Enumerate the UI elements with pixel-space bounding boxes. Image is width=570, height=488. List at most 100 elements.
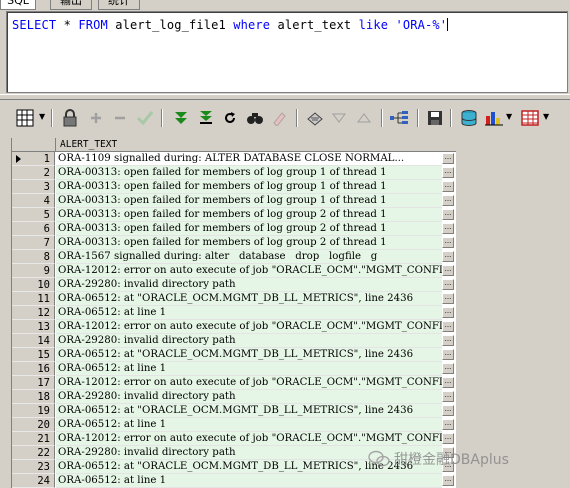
- row-header[interactable]: 18: [12, 390, 55, 404]
- lock-icon[interactable]: [59, 107, 81, 129]
- result-grid[interactable]: ALERT_TEXT 1 ORA-1109 signalled during: A…: [11, 138, 456, 488]
- row-header[interactable]: 1: [12, 152, 55, 166]
- alert-text-cell[interactable]: ORA-12012: error on auto execute of job …: [56, 264, 442, 278]
- cell-edit-button[interactable]: ...: [442, 265, 454, 276]
- cell-edit-button[interactable]: ...: [442, 293, 454, 304]
- refresh-icon[interactable]: [219, 107, 241, 129]
- alert-text-cell[interactable]: ORA-06512: at line 1: [56, 474, 442, 488]
- row-header[interactable]: 5: [12, 208, 55, 222]
- alert-text-cell[interactable]: ORA-12012: error on auto execute of job …: [56, 432, 442, 446]
- table-row[interactable]: 2 ORA-00313: open failed for members of l…: [12, 166, 456, 180]
- clear-icon[interactable]: [268, 107, 290, 129]
- row-header[interactable]: 13: [12, 320, 55, 334]
- table-row[interactable]: 20 ORA-06512: at line 1...: [12, 418, 456, 432]
- row-header[interactable]: 2: [12, 166, 55, 180]
- row-header[interactable]: 17: [12, 376, 55, 390]
- table-row[interactable]: 11 ORA-06512: at "ORACLE_OCM.MGMT_DB_LL_M…: [12, 292, 456, 306]
- delete-icon[interactable]: [109, 107, 131, 129]
- table-row[interactable]: 21 ORA-12012: error on auto execute of jo…: [12, 432, 456, 446]
- find-icon[interactable]: [244, 107, 266, 129]
- grid-icon[interactable]: [14, 107, 36, 129]
- alert-text-cell[interactable]: ORA-12012: error on auto execute of job …: [56, 376, 442, 390]
- row-header[interactable]: 14: [12, 334, 55, 348]
- cell-edit-button[interactable]: ...: [442, 279, 454, 290]
- table-row[interactable]: 7 ORA-00313: open failed for members of l…: [12, 236, 456, 250]
- table-row[interactable]: 8 ORA-1567 signalled during: alter databa…: [12, 250, 456, 264]
- row-header[interactable]: 3: [12, 180, 55, 194]
- tab-sql[interactable]: SQL: [0, 0, 36, 10]
- table-row[interactable]: 24 ORA-06512: at line 1...: [12, 474, 456, 488]
- table-row[interactable]: 19 ORA-06512: at "ORACLE_OCM.MGMT_DB_LL_M…: [12, 404, 456, 418]
- cell-edit-button[interactable]: ...: [442, 181, 454, 192]
- alert-text-cell[interactable]: ORA-06512: at "ORACLE_OCM.MGMT_DB_LL_MET…: [56, 404, 442, 418]
- row-header[interactable]: 20: [12, 418, 55, 432]
- sql-editor[interactable]: SELECT * FROM alert_log_file1 where aler…: [6, 11, 568, 93]
- table-row[interactable]: 18 ORA-29280: invalid directory path...: [12, 390, 456, 404]
- chart-dropdown-icon[interactable]: ▼: [506, 112, 512, 121]
- row-header[interactable]: 22: [12, 446, 55, 460]
- alert-text-cell[interactable]: ORA-00313: open failed for members of lo…: [56, 180, 442, 194]
- row-header[interactable]: 24: [12, 474, 55, 488]
- table-row[interactable]: 4 ORA-00313: open failed for members of l…: [12, 194, 456, 208]
- cell-edit-button[interactable]: ...: [442, 377, 454, 388]
- row-header[interactable]: 23: [12, 460, 55, 474]
- table-row[interactable]: 6 ORA-00313: open failed for members of l…: [12, 222, 456, 236]
- alert-text-cell[interactable]: ORA-00313: open failed for members of lo…: [56, 166, 442, 180]
- table-row[interactable]: 1 ORA-1109 signalled during: ALTER DATABA…: [12, 152, 456, 166]
- table-row[interactable]: 5 ORA-00313: open failed for members of l…: [12, 208, 456, 222]
- table-icon[interactable]: [519, 107, 541, 129]
- pane-splitter[interactable]: [0, 94, 570, 100]
- cell-edit-button[interactable]: ...: [442, 391, 454, 402]
- alert-text-cell[interactable]: ORA-06512: at line 1: [56, 418, 442, 432]
- last-icon[interactable]: [195, 107, 217, 129]
- up-icon[interactable]: [353, 107, 375, 129]
- alert-text-cell[interactable]: ORA-1567 signalled during: alter databas…: [56, 250, 442, 264]
- table-row[interactable]: 12 ORA-06512: at line 1...: [12, 306, 456, 320]
- row-header[interactable]: 7: [12, 236, 55, 250]
- cell-edit-button[interactable]: ...: [442, 195, 454, 206]
- alert-text-cell[interactable]: ORA-00313: open failed for members of lo…: [56, 222, 442, 236]
- alert-text-cell[interactable]: ORA-00313: open failed for members of lo…: [56, 208, 442, 222]
- row-header[interactable]: 21: [12, 432, 55, 446]
- table-row[interactable]: 17 ORA-12012: error on auto execute of jo…: [12, 376, 456, 390]
- row-header[interactable]: 6: [12, 222, 55, 236]
- cell-edit-button[interactable]: ...: [442, 153, 454, 164]
- down-icon[interactable]: [328, 107, 350, 129]
- row-header[interactable]: 10: [12, 278, 55, 292]
- next-icon[interactable]: [170, 107, 192, 129]
- table-row[interactable]: 16 ORA-06512: at line 1...: [12, 362, 456, 376]
- cell-edit-button[interactable]: ...: [442, 251, 454, 262]
- alert-text-cell[interactable]: ORA-06512: at "ORACLE_OCM.MGMT_DB_LL_MET…: [56, 348, 442, 362]
- cell-edit-button[interactable]: ...: [442, 405, 454, 416]
- cell-edit-button[interactable]: ...: [442, 321, 454, 332]
- alert-text-cell[interactable]: ORA-06512: at line 1: [56, 306, 442, 320]
- cell-edit-button[interactable]: ...: [442, 167, 454, 178]
- grid-dropdown-icon[interactable]: ▼: [39, 112, 45, 121]
- chart-icon[interactable]: [483, 107, 505, 129]
- cell-edit-button[interactable]: ...: [442, 419, 454, 430]
- row-header[interactable]: 15: [12, 348, 55, 362]
- cell-edit-button[interactable]: ...: [442, 475, 454, 486]
- row-header[interactable]: 12: [12, 306, 55, 320]
- database-icon[interactable]: [458, 107, 480, 129]
- cell-edit-button[interactable]: ...: [442, 349, 454, 360]
- tab-output[interactable]: 输出: [50, 0, 92, 10]
- table-row[interactable]: 15 ORA-06512: at "ORACLE_OCM.MGMT_DB_LL_M…: [12, 348, 456, 362]
- alert-text-cell[interactable]: ORA-00313: open failed for members of lo…: [56, 194, 442, 208]
- alert-text-cell[interactable]: ORA-29280: invalid directory path: [56, 390, 442, 404]
- alert-text-cell[interactable]: ORA-00313: open failed for members of lo…: [56, 236, 442, 250]
- table-row[interactable]: 9 ORA-12012: error on auto execute of job…: [12, 264, 456, 278]
- grid-corner[interactable]: [12, 138, 56, 151]
- tree-icon[interactable]: [389, 107, 411, 129]
- row-header[interactable]: 19: [12, 404, 55, 418]
- alert-text-cell[interactable]: ORA-12012: error on auto execute of job …: [56, 320, 442, 334]
- alert-text-cell[interactable]: ORA-06512: at line 1: [56, 362, 442, 376]
- cell-edit-button[interactable]: ...: [442, 307, 454, 318]
- row-header[interactable]: 9: [12, 264, 55, 278]
- row-header[interactable]: 8: [12, 250, 55, 264]
- cell-edit-button[interactable]: ...: [442, 335, 454, 346]
- table-row[interactable]: 10 ORA-29280: invalid directory path...: [12, 278, 456, 292]
- tab-statistics[interactable]: 统计: [98, 0, 140, 10]
- cell-edit-button[interactable]: ...: [442, 433, 454, 444]
- alert-text-cell[interactable]: ORA-06512: at "ORACLE_OCM.MGMT_DB_LL_MET…: [56, 292, 442, 306]
